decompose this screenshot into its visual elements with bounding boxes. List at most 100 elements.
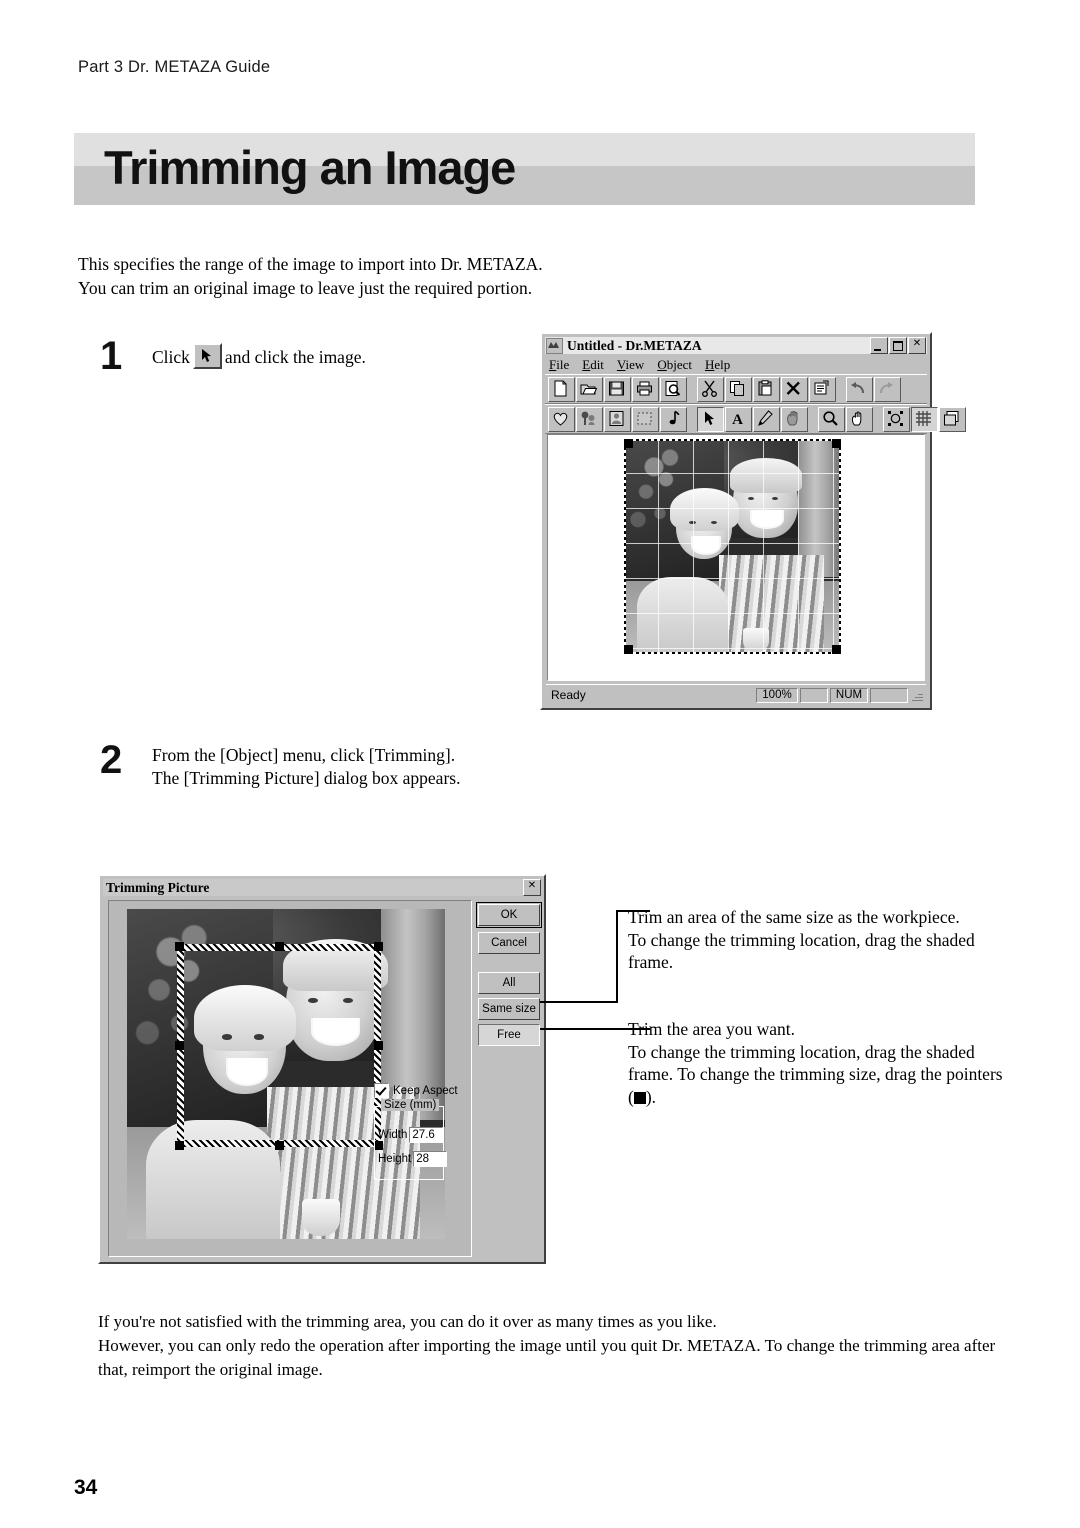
keep-aspect-row[interactable]: Keep Aspect: [374, 1083, 458, 1098]
trim-handle-top-left[interactable]: [175, 942, 184, 951]
cancel-button[interactable]: Cancel: [478, 932, 540, 954]
width-label: Width: [378, 1129, 408, 1141]
trimming-picture-dialog: Trimming Picture ✕ OK Cancel All Same si…: [98, 874, 546, 1264]
status-num-lock: NUM: [830, 687, 868, 703]
step-2-number: 2: [100, 738, 123, 782]
delete-icon[interactable]: [781, 376, 808, 402]
layers-icon[interactable]: [939, 406, 966, 432]
open-icon[interactable]: [576, 376, 603, 402]
status-zoom: 100%: [756, 687, 798, 703]
dialog-title-bar: Trimming Picture ✕: [103, 879, 541, 896]
app-canvas[interactable]: [547, 434, 925, 681]
width-row: Width 27.6: [378, 1127, 444, 1143]
clipart-icon[interactable]: [576, 406, 603, 432]
handle-top-right[interactable]: [832, 439, 841, 448]
dialog-title: Trimming Picture: [106, 879, 210, 895]
footnote-line-2: However, you can only redo the operation…: [98, 1336, 996, 1355]
menu-object[interactable]: Object: [657, 357, 692, 373]
marquee-icon[interactable]: [632, 406, 659, 432]
undo-icon[interactable]: [846, 376, 873, 402]
paste-icon[interactable]: [753, 376, 780, 402]
trim-handle-bottom-left[interactable]: [175, 1141, 184, 1150]
pointer-square-icon: [633, 1091, 646, 1104]
trimming-frame[interactable]: [177, 944, 381, 1147]
callout-2-line-3: frame. To change the trimming size, drag…: [628, 1064, 1003, 1084]
height-row: Height 28: [378, 1151, 448, 1167]
handle-top-left[interactable]: [624, 439, 633, 448]
text-tool-icon[interactable]: A: [725, 406, 752, 432]
music-note-icon[interactable]: [660, 406, 687, 432]
handle-bottom-left[interactable]: [624, 645, 633, 654]
footnote-paragraph: If you're not satisfied with the trimmin…: [98, 1310, 998, 1382]
trim-handle-middle-right[interactable]: [374, 1041, 383, 1050]
page-number: 34: [74, 1476, 98, 1499]
manual-page: Part 3 Dr. METAZA Guide Trimming an Imag…: [0, 0, 1080, 1528]
callout-free: Trim the area you want. To change the tr…: [628, 1018, 1003, 1108]
maximize-button[interactable]: [889, 337, 907, 354]
object-toolbar: A: [545, 404, 966, 434]
step-1-text-after: and click the image.: [224, 347, 366, 367]
ok-button[interactable]: OK: [476, 902, 542, 928]
callout-1-line-2: To change the trimming location, drag th…: [628, 929, 975, 950]
minimize-button[interactable]: [870, 337, 888, 354]
cut-icon[interactable]: [697, 376, 724, 402]
zoom-tool-icon[interactable]: [818, 406, 845, 432]
height-input[interactable]: 28: [413, 1151, 448, 1167]
properties-icon[interactable]: [809, 376, 836, 402]
step-2-text: From the [Object] menu, click [Trimming]…: [152, 744, 460, 789]
page-title: Trimming an Image: [104, 141, 516, 194]
free-button[interactable]: Free: [478, 1024, 540, 1046]
menu-view[interactable]: View: [617, 357, 644, 373]
trim-handle-middle-left[interactable]: [175, 1041, 184, 1050]
menu-file[interactable]: File: [549, 357, 569, 373]
selection-marquee: [624, 439, 841, 654]
all-button[interactable]: All: [478, 972, 540, 994]
image-icon[interactable]: [604, 406, 631, 432]
dialog-preview-area[interactable]: [108, 900, 472, 1257]
same-size-button[interactable]: Same size: [478, 998, 540, 1020]
step-1-number: 1: [100, 334, 123, 378]
running-head: Part 3 Dr. METAZA Guide: [78, 58, 271, 76]
menu-edit[interactable]: Edit: [582, 357, 604, 373]
standard-toolbar: [545, 374, 927, 404]
print-preview-icon[interactable]: [660, 376, 687, 402]
metaza-app-window: Untitled - Dr.METAZA ✕ File Edit View Ob…: [540, 332, 966, 710]
hand-shape-icon[interactable]: [781, 406, 808, 432]
menu-help[interactable]: Help: [705, 357, 730, 373]
close-button[interactable]: ✕: [908, 337, 926, 354]
pencil-tool-icon[interactable]: [753, 406, 780, 432]
callout-same-size: Trim an area of the same size as the wor…: [628, 906, 975, 974]
footnote-line-1: If you're not satisfied with the trimmin…: [98, 1312, 717, 1331]
resize-grip-icon[interactable]: [910, 688, 924, 702]
grid-icon[interactable]: [911, 406, 938, 432]
trim-handle-bottom-center[interactable]: [275, 1141, 284, 1150]
handle-bottom-right[interactable]: [832, 645, 841, 654]
callout-2-line-4: ().: [628, 1086, 1003, 1109]
copy-icon[interactable]: [725, 376, 752, 402]
width-input[interactable]: 27.6: [409, 1127, 444, 1143]
trim-handle-top-right[interactable]: [374, 942, 383, 951]
app-menu-bar: File Edit View Object Help: [545, 356, 927, 373]
step-2-line-2: The [Trimming Picture] dialog box appear…: [152, 767, 461, 788]
heart-shape-icon[interactable]: [548, 406, 575, 432]
print-icon[interactable]: [632, 376, 659, 402]
new-icon[interactable]: [548, 376, 575, 402]
trim-handle-top-center[interactable]: [275, 942, 284, 951]
step-1-text-before: Click: [152, 347, 190, 367]
status-message: Ready: [551, 688, 586, 702]
save-icon[interactable]: [604, 376, 631, 402]
window-buttons: ✕: [870, 337, 927, 354]
select-arrow-icon[interactable]: [697, 406, 724, 432]
callout-1-line-1: Trim an area of the same size as the wor…: [628, 907, 960, 927]
callout-1-leader-horizontal: [540, 1001, 618, 1003]
step-2-line-1: From the [Object] menu, click [Trimming]…: [152, 745, 456, 765]
dlg-photo-cup: [301, 1199, 341, 1236]
pan-tool-icon[interactable]: [846, 406, 873, 432]
callout-2-line-1: Trim the area you want.: [628, 1019, 796, 1039]
workpiece-icon[interactable]: [883, 406, 910, 432]
redo-icon[interactable]: [874, 376, 901, 402]
keep-aspect-label: Keep Aspect: [393, 1084, 458, 1097]
metaza-icon: [546, 337, 563, 354]
keep-aspect-checkbox[interactable]: [374, 1083, 389, 1098]
dialog-close-button[interactable]: ✕: [523, 879, 541, 896]
